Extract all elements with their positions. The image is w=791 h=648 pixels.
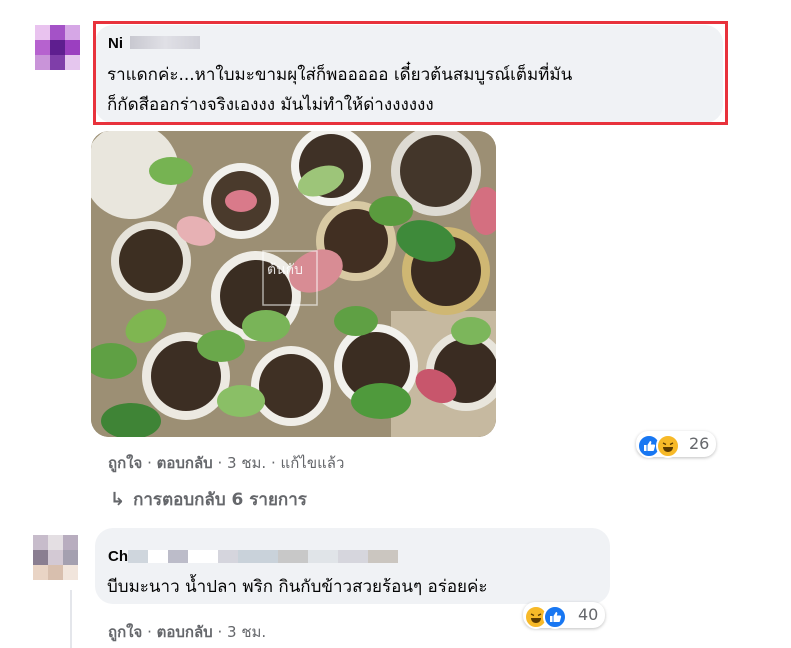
blurred-author-name <box>128 550 398 563</box>
reaction-summary[interactable]: 40 <box>523 602 605 629</box>
comment-author[interactable]: Ni <box>108 35 123 52</box>
like-link[interactable]: ถูกใจ <box>108 623 142 641</box>
comment-author[interactable]: Ch <box>108 548 128 565</box>
separator: · <box>147 623 152 641</box>
view-replies-link[interactable]: ↳ การตอบกลับ 6 รายการ <box>110 486 307 513</box>
separator: · <box>270 454 276 472</box>
timestamp[interactable]: 3 ชม. <box>227 623 266 641</box>
comment-actions: ถูกใจ · ตอบกลับ · 3 ชม. · แก้ไขแล้ว <box>108 451 344 475</box>
timestamp[interactable]: 3 ชม. <box>227 454 266 472</box>
edited-label[interactable]: แก้ไขแล้ว <box>281 454 345 472</box>
reaction-summary[interactable]: 26 <box>636 431 716 458</box>
comment-text-line-1: ราแดกค่ะ...หาใบมะขามผุใส่ก็พอออออ เดี๋ยว… <box>107 65 573 85</box>
reaction-count: 26 <box>689 434 710 453</box>
comment-photo[interactable]: ต้นกับ <box>91 131 496 437</box>
separator: · <box>147 454 152 472</box>
comment-text-line-2: ก็กัดสีออกร่างจริงเองงง มันไม่ทำให้ด่างง… <box>107 95 434 115</box>
reply-link[interactable]: ตอบกลับ <box>157 623 213 641</box>
like-icon <box>543 605 567 629</box>
replies-count-label: การตอบกลับ 6 รายการ <box>133 490 307 510</box>
avatar[interactable] <box>35 25 80 70</box>
like-link[interactable]: ถูกใจ <box>108 454 142 472</box>
reply-arrow-icon: ↳ <box>110 489 126 510</box>
photo-watermark: ต้นกับ <box>267 262 304 278</box>
comment-text-line-1: บีบมะนาว น้ำปลา พริก กินกับข้าวสวยร้อนๆ … <box>107 577 488 597</box>
thread-line <box>70 590 72 648</box>
separator: · <box>217 623 223 641</box>
comment-actions: ถูกใจ · ตอบกลับ · 3 ชม. <box>108 620 266 644</box>
separator: · <box>217 454 223 472</box>
blurred-author-name <box>130 36 200 49</box>
haha-icon <box>656 434 680 458</box>
reaction-count: 40 <box>578 605 599 624</box>
reply-link[interactable]: ตอบกลับ <box>157 454 213 472</box>
avatar[interactable] <box>33 535 78 580</box>
